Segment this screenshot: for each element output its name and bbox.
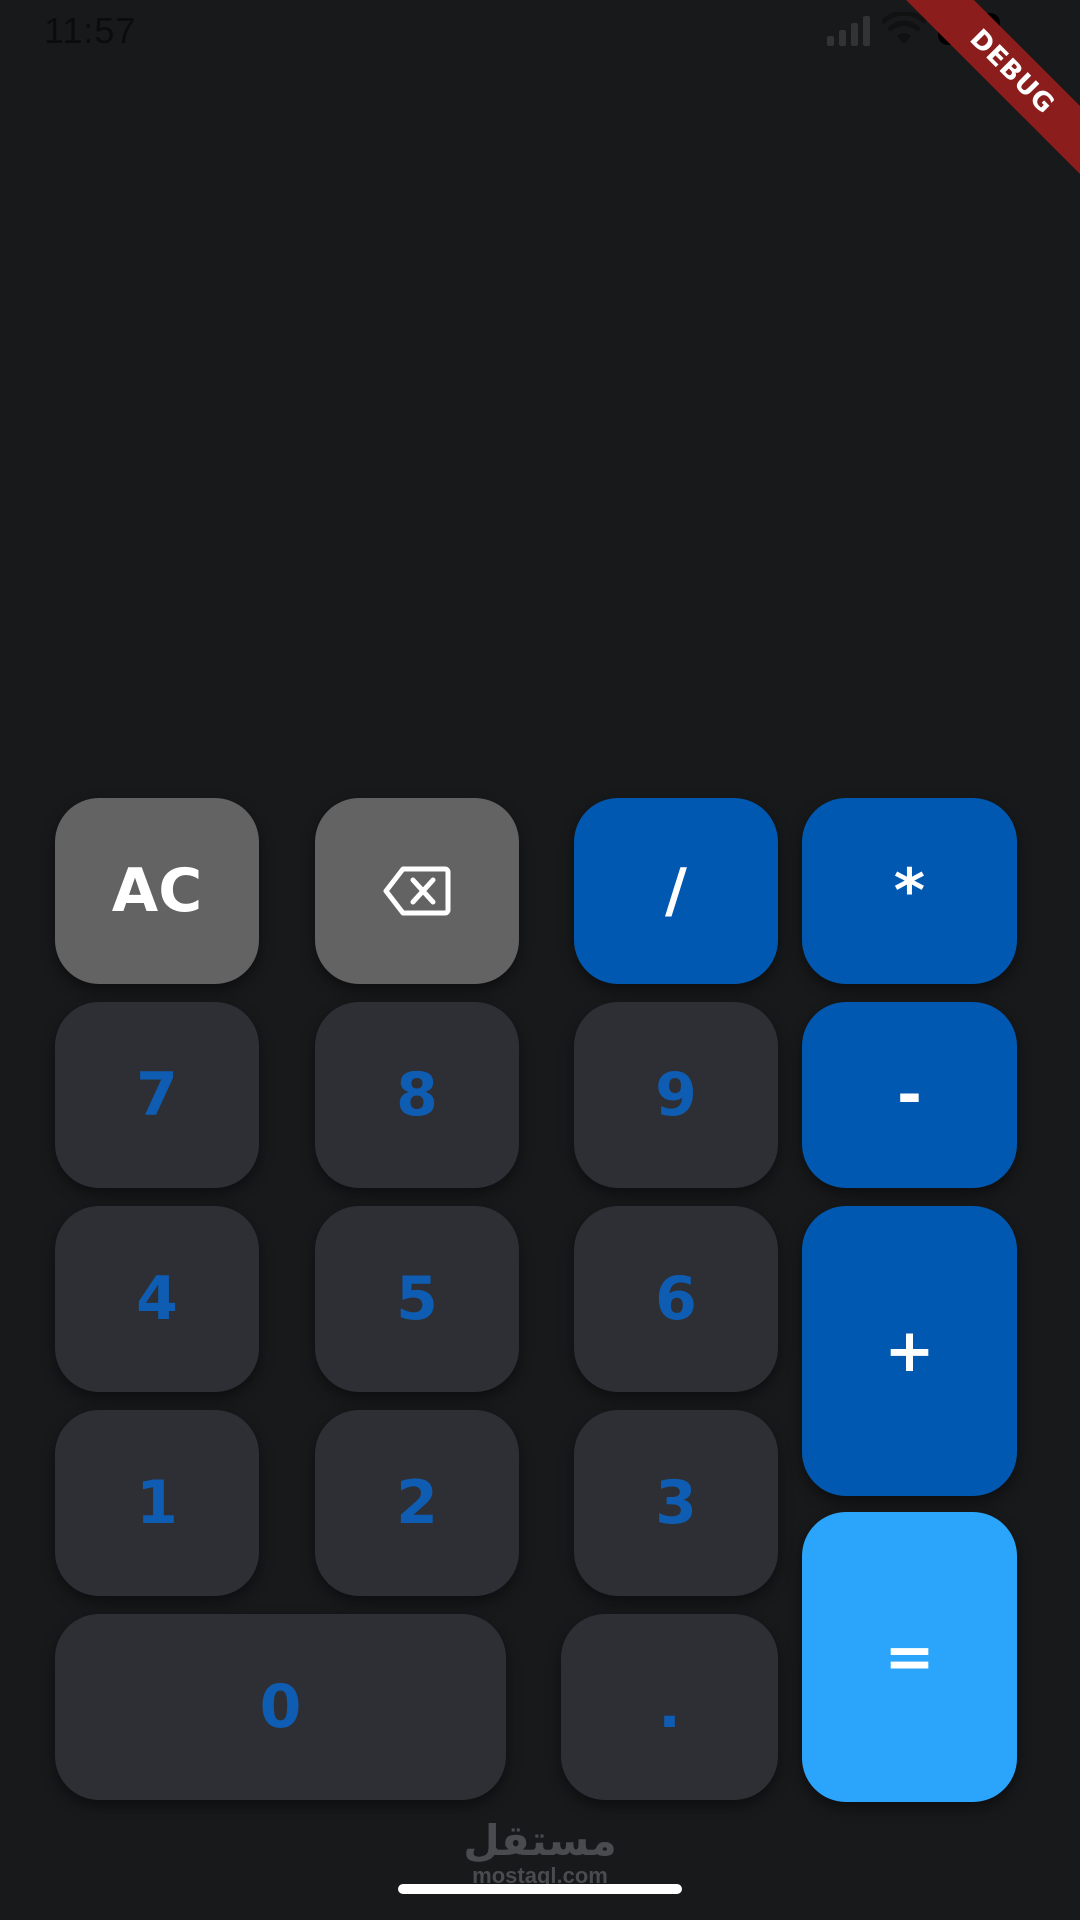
cellular-signal-icon (827, 12, 870, 46)
minus-button[interactable]: - (802, 1002, 1017, 1188)
plus-button[interactable]: + (802, 1206, 1017, 1496)
digit-5-button[interactable]: 5 (315, 1206, 519, 1392)
wifi-icon (882, 12, 926, 44)
digit-9-button[interactable]: 9 (574, 1002, 778, 1188)
digit-4-button[interactable]: 4 (55, 1206, 259, 1392)
digit-3-button[interactable]: 3 (574, 1410, 778, 1596)
digit-6-button[interactable]: 6 (574, 1206, 778, 1392)
equals-button[interactable]: = (802, 1512, 1017, 1802)
watermark-logo: مستقل (463, 1816, 617, 1865)
digit-1-button[interactable]: 1 (55, 1410, 259, 1596)
digit-7-button[interactable]: 7 (55, 1002, 259, 1188)
status-time: 11:57 (44, 10, 137, 51)
clear-button[interactable]: AC (55, 798, 259, 984)
digit-0-button[interactable]: 0 (55, 1614, 506, 1800)
digit-2-button[interactable]: 2 (315, 1410, 519, 1596)
divide-button[interactable]: / (574, 798, 778, 984)
display-area (55, 140, 1017, 760)
watermark: مستقل mostaql.com (0, 1818, 1080, 1888)
decimal-point-button[interactable]: . (561, 1614, 778, 1800)
digit-8-button[interactable]: 8 (315, 1002, 519, 1188)
multiply-button[interactable]: * (802, 798, 1017, 984)
calculator-screen: 11:57 DEBUG AC / * 7 8 9 - 4 5 6 + 1 2 3 (0, 0, 1080, 1920)
backspace-icon (383, 866, 451, 916)
backspace-button[interactable] (315, 798, 519, 984)
home-indicator[interactable] (398, 1884, 682, 1894)
